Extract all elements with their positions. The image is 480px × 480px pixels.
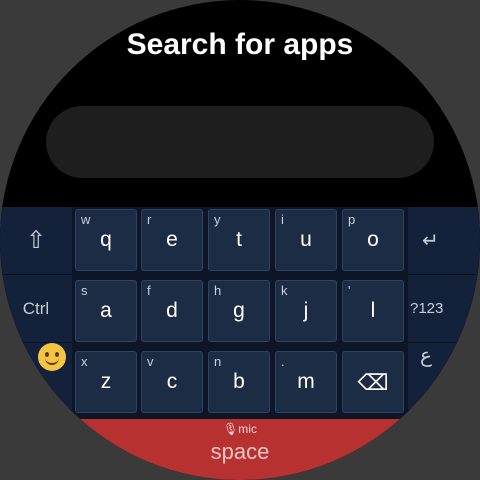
enter-icon: ↵ xyxy=(422,230,439,252)
key-e[interactable]: r e xyxy=(141,209,203,271)
key-label: g xyxy=(233,299,245,322)
keyboard-left-column: ⇧ Ctrl xyxy=(0,207,72,419)
mic-hint: 🎙mic xyxy=(0,422,480,436)
key-label: c xyxy=(166,370,178,393)
key-alt-label: h xyxy=(214,283,222,298)
key-alt-label: w xyxy=(81,212,91,227)
key-z[interactable]: x z xyxy=(75,351,137,413)
backspace-key[interactable]: ⌫ xyxy=(342,351,404,413)
key-label: o xyxy=(367,228,379,251)
key-o[interactable]: p o xyxy=(342,209,404,271)
key-j[interactable]: k j xyxy=(275,280,337,342)
key-label: m xyxy=(297,370,315,393)
key-label: u xyxy=(300,228,312,251)
shift-icon: ⇧ xyxy=(25,227,47,254)
key-alt-label: n xyxy=(214,354,222,369)
backspace-icon: ⌫ xyxy=(357,370,389,395)
language-key[interactable]: ع xyxy=(408,343,480,411)
key-alt-label: ' xyxy=(348,283,351,298)
key-alt-label: i xyxy=(281,212,284,227)
shift-key[interactable]: ⇧ xyxy=(0,207,72,275)
enter-key[interactable]: ↵ xyxy=(408,207,480,275)
key-label: q xyxy=(100,228,112,251)
keyboard-right-column: ↵ ?123 ع xyxy=(408,207,480,419)
key-label: z xyxy=(100,370,112,393)
page-title: Search for apps xyxy=(126,28,354,61)
key-u[interactable]: i u xyxy=(275,209,337,271)
key-g[interactable]: h g xyxy=(208,280,270,342)
emoji-key[interactable] xyxy=(0,343,72,411)
smiley-emoji-icon xyxy=(38,343,66,371)
key-t[interactable]: y t xyxy=(208,209,270,271)
key-alt-label: y xyxy=(214,212,221,227)
key-alt-label: s xyxy=(81,283,88,298)
key-alt-label: p xyxy=(348,212,356,227)
key-q[interactable]: w q xyxy=(75,209,137,271)
key-l[interactable]: ' l xyxy=(342,280,404,342)
space-label: space xyxy=(210,439,270,464)
key-alt-label: r xyxy=(147,212,152,227)
ctrl-key[interactable]: Ctrl xyxy=(0,275,72,343)
key-label: b xyxy=(233,370,245,393)
watch-face: Search for apps ⇧ Ctrl ↵ ?123 ع w q r e xyxy=(0,0,480,480)
key-b[interactable]: n b xyxy=(208,351,270,413)
mic-label: mic xyxy=(238,422,257,436)
key-label: l xyxy=(370,299,376,322)
key-label: t xyxy=(236,228,242,251)
key-m[interactable]: . m xyxy=(275,351,337,413)
space-bar[interactable]: 🎙mic space xyxy=(0,419,480,480)
key-label: a xyxy=(100,299,112,322)
mic-icon: 🎙 xyxy=(223,422,239,436)
key-label: j xyxy=(303,299,309,322)
key-c[interactable]: v c xyxy=(141,351,203,413)
key-a[interactable]: s a xyxy=(75,280,137,342)
arabic-language-icon: ع xyxy=(420,345,432,367)
search-input[interactable] xyxy=(46,106,434,178)
key-alt-label: f xyxy=(147,283,151,298)
key-label: d xyxy=(166,299,178,322)
key-alt-label: x xyxy=(81,354,88,369)
key-alt-label: . xyxy=(281,354,285,369)
ctrl-label: Ctrl xyxy=(22,298,50,318)
key-label: e xyxy=(166,228,178,251)
key-alt-label: v xyxy=(147,354,154,369)
symbols-label: ?123 xyxy=(410,300,444,317)
symbols-key[interactable]: ?123 xyxy=(408,275,480,343)
key-d[interactable]: f d xyxy=(141,280,203,342)
key-alt-label: k xyxy=(281,283,288,298)
